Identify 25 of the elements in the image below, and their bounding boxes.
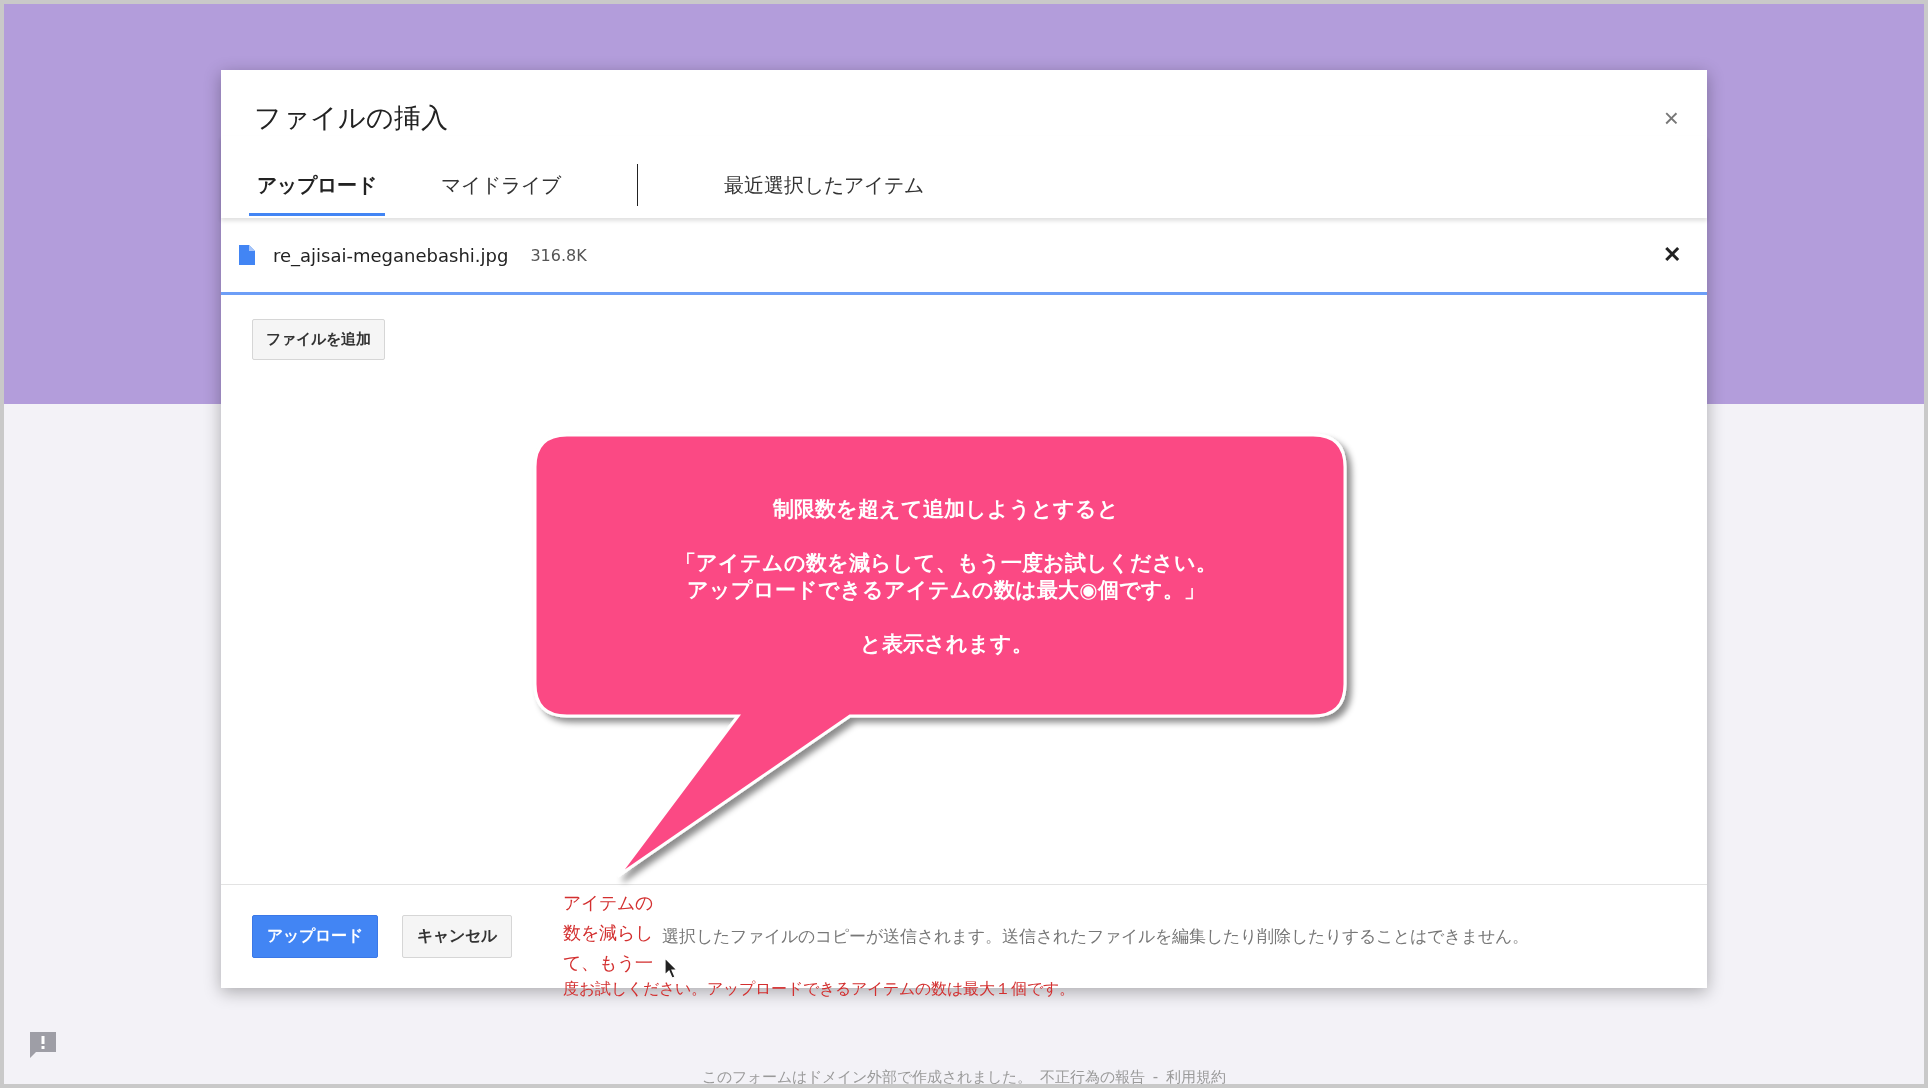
error-text: て、もう一: [563, 951, 653, 975]
footer-text: このフォームはドメイン外部で作成されました。: [701, 1068, 1032, 1084]
callout-text: 制限数を超えて追加しようとすると: [773, 496, 1119, 523]
remove-button[interactable]: ✕: [1657, 241, 1687, 269]
tab[interactable]: 最近選択したアイテム: [716, 164, 932, 216]
add-file-button[interactable]: ファイルを追加: [252, 319, 385, 360]
callout-text: 「アイテムの数を減らして、もう一度お試しください。: [675, 550, 1217, 577]
error-text: 度お試しください。アップロードできるアイテムの数は最大１個です。: [563, 978, 1075, 1000]
tab[interactable]: アップロード: [249, 164, 385, 216]
file-size: 316.8K: [530, 245, 587, 265]
error-text: アイテムの: [563, 891, 653, 915]
feedback-icon[interactable]: [28, 1030, 58, 1060]
file-name: re_ajisai-meganebashi.jpg: [273, 244, 509, 266]
close-button[interactable]: ×: [1659, 102, 1683, 134]
cursor-icon: [664, 957, 678, 979]
notice-text: 選択したファイルのコピーが送信されます。送信されたファイルを編集したり削除したりすることはできません。: [662, 925, 1529, 948]
tab[interactable]: マイドライブ: [433, 164, 569, 216]
error-text: 数を減らし: [563, 921, 653, 945]
callout-text: アップロードできるアイテムの数は最大◉個です。」: [687, 576, 1205, 603]
dialog-button[interactable]: キャンセル: [402, 915, 512, 958]
callout-text: と表示されます。: [859, 630, 1033, 657]
file-icon: [239, 245, 255, 265]
separator-text: -: [1152, 1068, 1159, 1084]
dialog-title: ファイルの挿入: [254, 101, 448, 135]
dialog-button[interactable]: アップロード: [252, 915, 378, 958]
